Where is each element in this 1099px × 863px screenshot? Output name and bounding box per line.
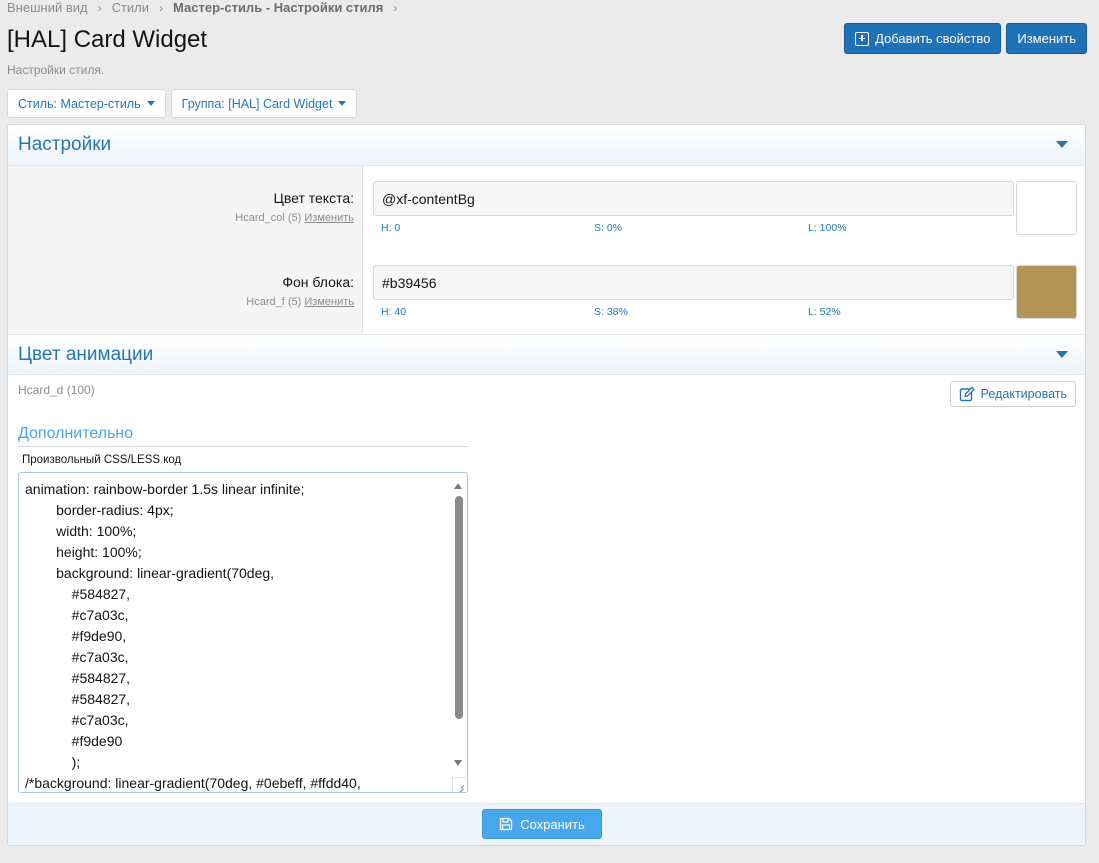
edit-label: Изменить [1017, 31, 1076, 46]
pencil-square-icon [959, 386, 975, 402]
property-key: Hcard_col (5) [235, 212, 302, 224]
group-filter-label: Группа: [HAL] Card Widget [181, 96, 333, 111]
add-property-label: Добавить свойство [875, 31, 991, 46]
plus-square-icon [855, 31, 870, 46]
chevron-right-icon: › [159, 0, 164, 15]
property-key: Hcard_f (5) [246, 296, 302, 308]
style-filter-label: Стиль: Мастер-стиль [18, 96, 141, 111]
property-label: Цвет текста: [273, 190, 354, 206]
floppy-disk-icon [500, 817, 513, 831]
animation-section-header[interactable]: Цвет анимации [8, 334, 1085, 375]
add-property-button[interactable]: Добавить свойство [844, 23, 1002, 54]
custom-css-textarea[interactable]: animation: rainbow-border 1.5s linear in… [18, 472, 468, 793]
lightness-value: L: 52% [808, 306, 841, 318]
animation-property-key: Hcard_d (100) [18, 383, 95, 397]
block-background-input[interactable]: #b39456 [373, 265, 1014, 300]
property-row-text-color: Цвет текста: Hcard_col (5) Изменить @xf-… [8, 166, 1085, 250]
scroll-up-arrow-icon[interactable] [454, 483, 462, 489]
additional-section-title: Дополнительно [18, 425, 468, 447]
hue-value: H: 0 [381, 222, 401, 234]
property-label-cell: Фон блока: Hcard_f (5) Изменить [8, 250, 363, 334]
breadcrumb: Внешний вид › Стили › Мастер-стиль - Нас… [7, 0, 407, 15]
header-actions: Добавить свойство Изменить [844, 23, 1087, 54]
scroll-thumb[interactable] [455, 496, 463, 719]
property-edit-link[interactable]: Изменить [304, 212, 354, 224]
property-hint: Hcard_f (5) Изменить [246, 296, 354, 308]
textarea-scrollbar[interactable] [450, 473, 467, 792]
settings-section-header[interactable]: Настройки [8, 125, 1085, 166]
block-background-swatch[interactable] [1016, 265, 1077, 319]
custom-css-label: Произвольный CSS/LESS код [22, 454, 182, 466]
hue-value: H: 40 [381, 306, 407, 318]
property-hint: Hcard_col (5) Изменить [235, 212, 354, 224]
breadcrumb-appearance[interactable]: Внешний вид [7, 0, 88, 15]
scroll-down-arrow-icon[interactable] [454, 760, 462, 766]
style-filter-dropdown[interactable]: Стиль: Мастер-стиль [7, 89, 166, 118]
filters: Стиль: Мастер-стиль Группа: [HAL] Card W… [7, 89, 358, 118]
custom-css-code[interactable]: animation: rainbow-border 1.5s linear in… [25, 479, 447, 792]
settings-section-title: Настройки [18, 134, 112, 155]
property-edit-link[interactable]: Изменить [304, 296, 354, 308]
edit-button[interactable]: Изменить [1006, 23, 1087, 54]
caret-down-icon [146, 101, 155, 106]
collapse-toggle-icon[interactable] [1056, 141, 1068, 148]
settings-rows: Цвет текста: Hcard_col (5) Изменить @xf-… [8, 166, 1085, 334]
page-description: Настройки стиля. [7, 63, 105, 77]
animation-section-title: Цвет анимации [18, 343, 154, 365]
group-filter-dropdown[interactable]: Группа: [HAL] Card Widget [170, 89, 358, 118]
text-color-input[interactable]: @xf-contentBg [373, 181, 1014, 216]
page-title: [HAL] Card Widget [7, 26, 208, 53]
collapse-toggle-icon[interactable] [1056, 351, 1068, 358]
breadcrumb-master-style[interactable]: Мастер-стиль - Настройки стиля [173, 0, 383, 15]
text-color-swatch[interactable] [1016, 181, 1077, 235]
breadcrumb-styles[interactable]: Стили [112, 0, 149, 15]
property-row-block-background: Фон блока: Hcard_f (5) Изменить #b39456 … [8, 250, 1085, 334]
lightness-value: L: 100% [808, 222, 847, 234]
saturation-value: S: 0% [594, 222, 623, 234]
property-label: Фон блока: [282, 274, 354, 290]
chevron-right-icon: › [97, 0, 102, 15]
edit-property-button[interactable]: Редактировать [949, 381, 1076, 407]
property-label-cell: Цвет текста: Hcard_col (5) Изменить [8, 166, 363, 250]
form-footer: Сохранить [8, 803, 1085, 845]
saturation-value: S: 38% [594, 306, 628, 318]
style-properties-panel: Настройки Цвет текста: Hcard_col (5) Изм… [7, 124, 1086, 846]
chevron-right-icon: › [393, 0, 398, 15]
save-button[interactable]: Сохранить [482, 809, 602, 839]
edit-property-label: Редактировать [980, 387, 1067, 401]
caret-down-icon [338, 101, 347, 106]
save-label: Сохранить [520, 816, 585, 832]
resize-grip-icon[interactable] [452, 777, 466, 791]
